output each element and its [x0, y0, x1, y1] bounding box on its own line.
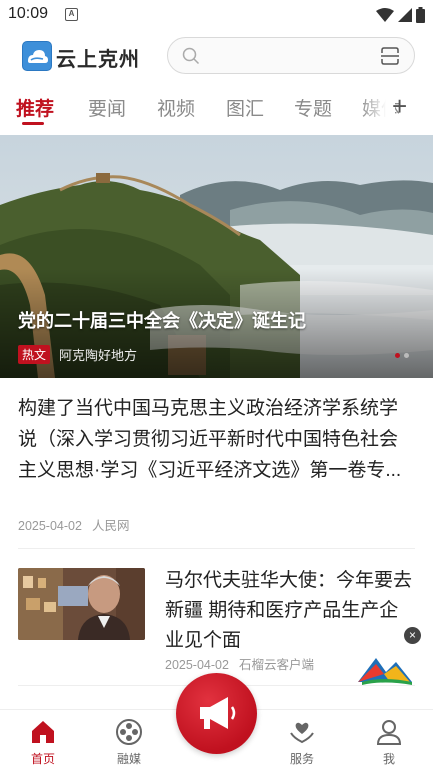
nav-me[interactable]: 我	[359, 710, 419, 769]
banner-title[interactable]: 党的二十届三中全会《决定》诞生记	[18, 307, 306, 333]
hot-badge: 热文	[18, 345, 51, 364]
nav-label: 首页	[30, 752, 55, 766]
article-meta: 2025-04-02 人民网	[18, 515, 129, 534]
search-icon	[182, 47, 200, 65]
wifi-icon	[376, 8, 394, 22]
article-title: 构建了当代中国马克思主义政治经济学系统学说（深入学习贯彻习近平新时代中国特色社会…	[18, 398, 402, 481]
status-time: 10:09	[8, 5, 49, 22]
nav-services[interactable]: 服务	[272, 710, 332, 769]
mountain-logo-icon[interactable]	[356, 652, 414, 688]
megaphone-button[interactable]	[176, 673, 257, 754]
heart-hand-icon	[290, 722, 314, 744]
tab-video[interactable]: 视频	[157, 94, 195, 121]
add-channel-icon[interactable]: +	[392, 93, 407, 119]
list-item[interactable]: 构建了当代中国马克思主义政治经济学系统学说（深入学习贯彻习近平新时代中国特色社会…	[18, 393, 414, 533]
person-icon	[376, 720, 402, 745]
active-tab-indicator	[22, 122, 44, 125]
scan-icon[interactable]	[380, 46, 400, 66]
app-logo-icon	[22, 41, 52, 71]
nav-media[interactable]: 融媒	[99, 710, 159, 769]
tab-fade	[360, 84, 395, 130]
search-input[interactable]	[167, 37, 415, 74]
nav-label: 融媒	[116, 752, 141, 766]
divider	[18, 548, 415, 549]
article-date: 2025-04-02	[18, 519, 82, 533]
article-title: 马尔代夫驻华大使：今年要去新疆 期待和医疗产品生产企业见个面	[165, 570, 413, 651]
megaphone-icon	[200, 697, 236, 729]
film-reel-icon	[116, 719, 142, 745]
status-bar: 10:09 A	[0, 0, 433, 30]
home-icon	[32, 721, 54, 743]
tab-topics[interactable]: 专题	[294, 94, 332, 121]
tab-gallery[interactable]: 图汇	[226, 94, 264, 121]
app-header: 云上克州	[0, 30, 433, 82]
app-title: 云上克州	[56, 49, 140, 71]
banner-carousel[interactable]: 党的二十届三中全会《决定》诞生记 热文 阿克陶好地方	[0, 135, 433, 378]
category-tabs: 推荐 要闻 视频 图汇 专题 媒体 +	[0, 84, 433, 130]
banner-image	[0, 135, 433, 378]
status-icons	[376, 6, 425, 24]
nav-label: 我	[382, 752, 395, 766]
carousel-dot	[404, 353, 409, 358]
notification-icon: A	[65, 8, 78, 21]
battery-icon	[416, 7, 425, 23]
tab-headlines[interactable]: 要闻	[88, 94, 126, 121]
nav-label: 服务	[289, 752, 314, 766]
article-source: 人民网	[91, 519, 130, 533]
signal-icon	[398, 8, 412, 22]
article-meta: 2025-04-02 石榴云客户端	[165, 654, 314, 673]
article-date: 2025-04-02	[165, 658, 229, 672]
tab-recommend[interactable]: 推荐	[16, 94, 54, 121]
banner-source: 阿克陶好地方	[59, 348, 138, 363]
nav-home[interactable]: 首页	[13, 710, 73, 769]
article-source: 石榴云客户端	[238, 658, 314, 672]
close-float-button[interactable]: ×	[404, 627, 421, 644]
list-item[interactable]: 马尔代夫驻华大使：今年要去新疆 期待和医疗产品生产企业见个面 2025-04-0…	[18, 566, 414, 676]
carousel-dot-active	[395, 353, 400, 358]
article-thumbnail	[18, 568, 145, 640]
